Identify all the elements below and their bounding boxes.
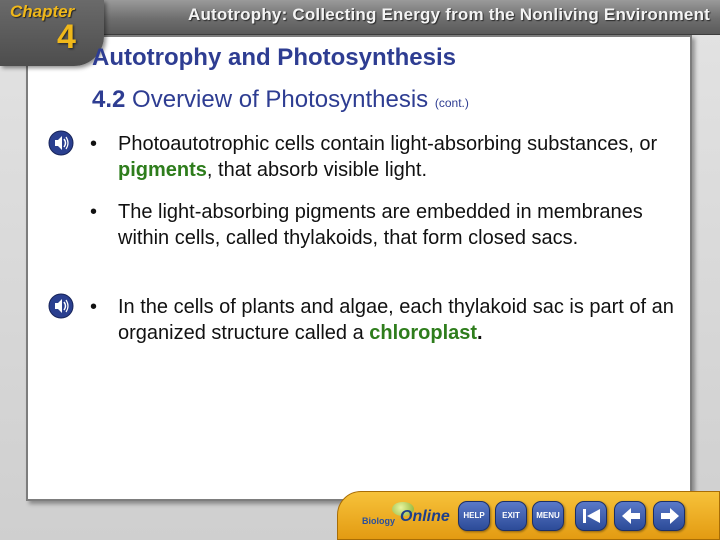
bullet-marker: • — [90, 201, 98, 223]
bullet-marker: • — [90, 133, 98, 155]
menu-button[interactable]: MENU — [532, 501, 564, 531]
banner-title: Autotrophy: Collecting Energy from the N… — [188, 5, 711, 24]
slide-subtitle: 4.2 Overview of Photosynthesis (cont.) — [92, 86, 469, 114]
previous-arrow-icon — [622, 508, 640, 524]
next-button[interactable] — [653, 501, 685, 531]
bullet-item: • The light-absorbing pigments are embed… — [90, 199, 686, 251]
continued-label: (cont.) — [434, 96, 469, 110]
biology-online-logo[interactable]: Biology Online — [362, 502, 454, 532]
top-banner: Autotrophy: Collecting Energy from the N… — [0, 0, 720, 35]
highlight-term: pigments — [118, 159, 207, 181]
bullet-text: The light-absorbing pigments are embedde… — [118, 201, 643, 249]
logo-online-text: Online — [400, 508, 450, 525]
section-number: 4.2 — [92, 86, 126, 113]
section-title: Overview of Photosynthesis — [132, 86, 429, 113]
first-slide-button[interactable] — [575, 501, 607, 531]
next-arrow-icon — [661, 508, 679, 524]
logo-text: Biology — [362, 516, 395, 526]
help-button[interactable]: HELP — [458, 501, 490, 531]
bullet-marker: • — [90, 296, 98, 318]
bullet-text: Photoautotrophic cells contain light-abs… — [118, 133, 658, 181]
navigation-bar: Biology Online HELP EXIT MENU — [337, 491, 720, 540]
speaker-icon[interactable] — [48, 130, 74, 156]
first-slide-icon — [583, 509, 600, 523]
bullet-item: • Photoautotrophic cells contain light-a… — [90, 131, 686, 183]
speaker-icon[interactable] — [48, 293, 74, 319]
chapter-number: 4 — [57, 18, 76, 56]
previous-button[interactable] — [614, 501, 646, 531]
slide-title: Autotrophy and Photosynthesis — [92, 44, 457, 71]
chapter-tab: Chapter 4 — [0, 0, 104, 66]
highlight-term: chloroplast — [369, 322, 478, 344]
bullet-text: In the cells of plants and algae, each t… — [118, 296, 674, 344]
exit-button[interactable]: EXIT — [495, 501, 527, 531]
bullet-item: • In the cells of plants and algae, each… — [90, 294, 686, 346]
